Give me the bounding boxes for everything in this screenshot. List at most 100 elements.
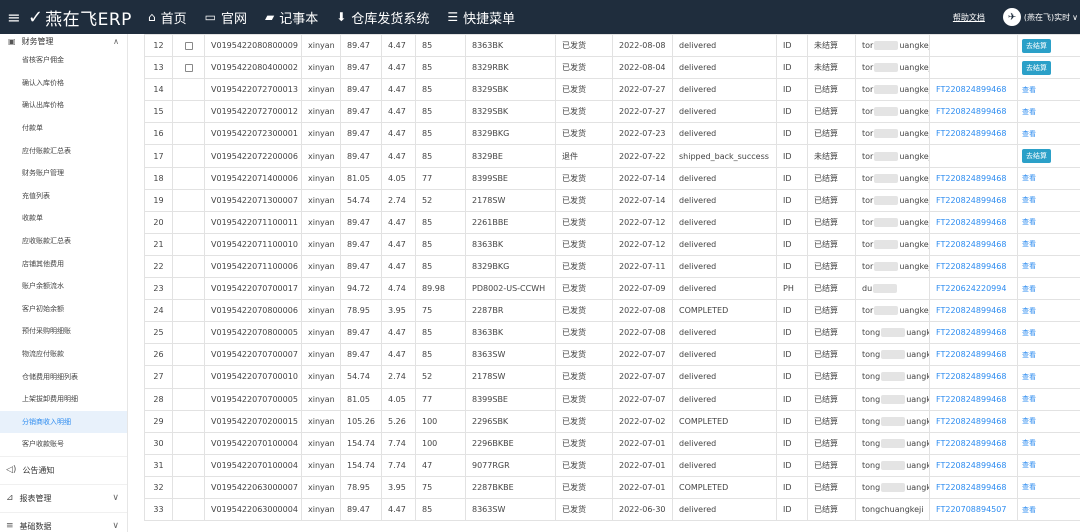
sidebar-section[interactable]: ⊿ 报表管理 ∨ (0, 483, 127, 512)
view-link[interactable]: 查看 (1022, 262, 1036, 270)
view-link[interactable]: 查看 (1022, 174, 1036, 182)
row-checkbox[interactable] (184, 41, 193, 50)
table-row[interactable]: 13 V0195422080400002 xinyan 89.47 4.47 85 8329… (144, 56, 1080, 80)
nav-item-4[interactable]: ☰ 快捷菜单 (447, 8, 515, 27)
sidebar-item[interactable]: 账户余额流水 (0, 275, 127, 298)
sidebar-section[interactable]: ≡ 基础数据 ∨ (0, 511, 127, 532)
user-caret-icon[interactable]: ∨ (1072, 13, 1078, 22)
settlement-link[interactable]: FT220708894507 (929, 497, 1018, 522)
settlement-link[interactable]: FT220824899468 (929, 188, 1018, 212)
sidebar-item[interactable]: 客户收款账号 (0, 433, 127, 456)
sidebar-item[interactable]: 上架拔卸费用明细 (0, 388, 127, 411)
table-row[interactable]: 32 V0195422063000007 xinyan 78.95 3.95 75 2287… (144, 475, 1080, 499)
sidebar-item[interactable]: 省核客户佣金 (0, 49, 127, 72)
menu-list-icon: ☰ (447, 10, 459, 24)
view-link[interactable]: 查看 (1022, 351, 1036, 359)
table-row[interactable]: 18 V0195422071400006 xinyan 81.05 4.05 77 8399… (144, 166, 1080, 190)
sidebar-item[interactable]: 应付账款汇总表 (0, 139, 127, 162)
table-row[interactable]: 30 V0195422070100004 xinyan 154.74 7.74 100 22… (144, 431, 1080, 455)
help-docs-link[interactable]: 帮助文档 (953, 12, 985, 23)
view-link[interactable]: 查看 (1022, 307, 1036, 315)
view-link[interactable]: 查看 (1022, 373, 1036, 381)
sidebar-item[interactable]: 充值列表 (0, 185, 127, 208)
settlement-link[interactable]: FT220824899468 (929, 254, 1018, 279)
settlement-link[interactable]: FT220824899468 (929, 78, 1018, 102)
view-link[interactable]: 查看 (1022, 86, 1036, 94)
settlement-link[interactable]: FT220824899468 (929, 475, 1018, 499)
nav-item-3[interactable]: ⬇ 仓库发货系统 (336, 8, 429, 27)
settlement-link[interactable]: FT220824899468 (929, 431, 1018, 455)
user-avatar[interactable]: ✈ (1002, 8, 1021, 26)
view-link[interactable]: 查看 (1022, 130, 1036, 138)
sidebar-group-finance[interactable]: ▣ 财务管理 ∧ (0, 34, 127, 49)
user-name[interactable]: (燕在飞)实时 (1024, 12, 1070, 23)
table-row[interactable]: 23 V0195422070700017 xinyan 94.72 4.74 89.98 P… (144, 277, 1080, 301)
settlement-link[interactable]: FT220824899468 (929, 100, 1018, 124)
table-row[interactable]: 28 V0195422070700005 xinyan 81.05 4.05 77 8399… (144, 387, 1080, 411)
table-row[interactable]: 27 V0195422070700010 xinyan 54.74 2.74 52 2178… (144, 365, 1080, 389)
view-link[interactable]: 查看 (1022, 196, 1036, 204)
table-row[interactable]: 19 V0195422071300007 xinyan 54.74 2.74 52 2178… (144, 188, 1080, 212)
settlement-link[interactable]: FT220824899468 (929, 409, 1018, 433)
sidebar-item[interactable]: 应收账款汇总表 (0, 230, 127, 253)
settlement-link[interactable]: FT220824899468 (929, 365, 1018, 389)
settlement-link[interactable]: FT220824899468 (929, 453, 1018, 477)
row-checkbox[interactable] (184, 63, 193, 72)
settlement-link[interactable]: FT220824899468 (929, 166, 1018, 190)
sidebar-item[interactable]: 店铺其他费用 (0, 252, 127, 275)
view-link[interactable]: 查看 (1022, 240, 1036, 248)
hamburger-menu-icon[interactable]: ≡ (4, 8, 24, 27)
sidebar-item[interactable]: 仓储费用明细列表 (0, 365, 127, 388)
settlement-link[interactable]: FT220824899468 (929, 387, 1018, 411)
view-link[interactable]: 查看 (1022, 439, 1036, 447)
settle-button[interactable]: 去结算 (1022, 38, 1051, 53)
table-row[interactable]: 33 V0195422063000004 xinyan 89.47 4.47 85 8363… (144, 497, 1080, 522)
sidebar-item[interactable]: 付款单 (0, 117, 127, 140)
table-row[interactable]: 25 V0195422070800005 xinyan 89.47 4.47 85 8363… (144, 321, 1080, 345)
table-row[interactable]: 31 V0195422070100004 xinyan 154.74 7.74 47 907… (144, 453, 1080, 477)
sidebar-item[interactable]: 确认入库价格 (0, 72, 127, 95)
view-link[interactable]: 查看 (1022, 483, 1036, 491)
table-row[interactable]: 16 V0195422072300001 xinyan 89.47 4.47 85 8329… (144, 122, 1080, 146)
sidebar-item[interactable]: 分销商收入明细 (0, 410, 127, 434)
app-logo[interactable]: ✓ 燕在飞ERP (28, 5, 146, 30)
view-link[interactable]: 查看 (1022, 395, 1036, 403)
nav-item-1[interactable]: ▭ 官网 (205, 8, 247, 27)
table-row[interactable]: 14 V0195422072700013 xinyan 89.47 4.47 85 8329… (144, 78, 1080, 102)
settlement-link[interactable]: FT220824899468 (929, 122, 1018, 146)
settlement-link[interactable]: FT220824899468 (929, 321, 1018, 345)
sidebar-item[interactable]: 预付采购明细账 (0, 320, 127, 343)
view-link[interactable]: 查看 (1022, 329, 1036, 337)
settlement-link[interactable]: FT220824899468 (929, 232, 1018, 256)
view-link[interactable]: 查看 (1022, 506, 1036, 514)
settlement-link[interactable]: FT220824899468 (929, 343, 1018, 367)
nav-item-2[interactable]: ▰ 记事本 (265, 8, 318, 27)
sidebar-item[interactable]: 客户初始余额 (0, 298, 127, 321)
view-link[interactable]: 查看 (1022, 461, 1036, 469)
data-table-container[interactable]: 12 V0195422080800009 xinyan 89.47 4.47 85 8363… (144, 34, 1080, 532)
table-row[interactable]: 29 V0195422070200015 xinyan 105.26 5.26 100 22… (144, 409, 1080, 433)
table-row[interactable]: 17 V0195422072200006 xinyan 89.47 4.47 85 8329… (144, 144, 1080, 168)
view-link[interactable]: 查看 (1022, 285, 1036, 293)
sidebar-item[interactable]: 收款单 (0, 207, 127, 230)
sidebar-item[interactable]: 财务账户管理 (0, 162, 127, 185)
table-row[interactable]: 26 V0195422070700007 xinyan 89.47 4.47 85 8363… (144, 343, 1080, 367)
view-link[interactable]: 查看 (1022, 417, 1036, 425)
settle-button[interactable]: 去结算 (1022, 149, 1051, 164)
sidebar-item[interactable]: 确认出库价格 (0, 94, 127, 117)
table-row[interactable]: 21 V0195422071100010 xinyan 89.47 4.47 85 8363… (144, 232, 1080, 256)
sidebar-section[interactable]: ◁) 公告通知 (0, 455, 127, 484)
table-row[interactable]: 22 V0195422071100006 xinyan 89.47 4.47 85 8329… (144, 254, 1080, 279)
table-row[interactable]: 12 V0195422080800009 xinyan 89.47 4.47 85 8363… (144, 34, 1080, 58)
table-row[interactable]: 24 V0195422070800006 xinyan 78.95 3.95 75 2287… (144, 299, 1080, 323)
table-row[interactable]: 20 V0195422071100011 xinyan 89.47 4.47 85 2261… (144, 210, 1080, 234)
nav-item-0[interactable]: ⌂ 首页 (148, 8, 187, 27)
view-link[interactable]: 查看 (1022, 218, 1036, 226)
sidebar-item[interactable]: 物流应付账款 (0, 343, 127, 366)
settlement-link[interactable]: FT220624220994 (929, 277, 1018, 301)
settlement-link[interactable]: FT220824899468 (929, 299, 1018, 323)
view-link[interactable]: 查看 (1022, 108, 1036, 116)
settle-button[interactable]: 去结算 (1022, 60, 1051, 75)
settlement-link[interactable]: FT220824899468 (929, 210, 1018, 234)
table-row[interactable]: 15 V0195422072700012 xinyan 89.47 4.47 85 8329… (144, 100, 1080, 124)
